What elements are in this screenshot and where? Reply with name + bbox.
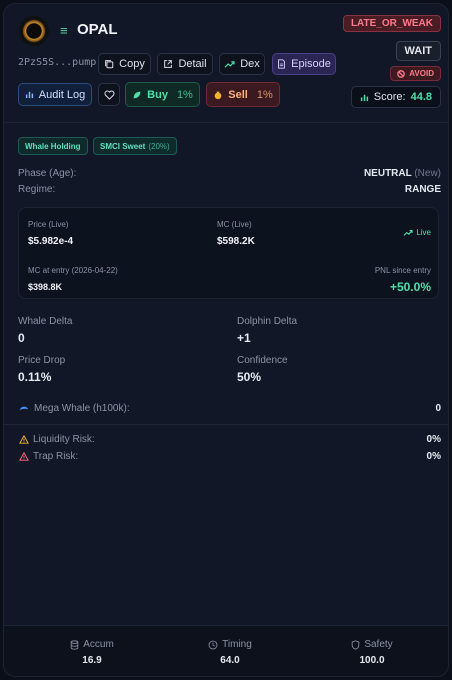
tag-smci-sweet: SMCI Sweet (20%) [93,137,177,155]
token-address[interactable]: 2PzS5S...pump [18,57,96,68]
detail-button[interactable]: Detail [157,53,213,75]
prohibited-icon [397,69,406,78]
confidence-label: Confidence [237,355,288,366]
menu-icon[interactable]: ≡ [60,23,68,38]
score-box: Score: 44.8 [350,86,441,108]
timing-label: Timing [222,639,252,650]
stage-badge: LATE_OR_WEAK [342,15,441,32]
heart-icon [103,90,115,100]
tag-suffix: (20%) [148,141,170,151]
copy-icon [105,60,114,69]
header-divider [4,122,448,123]
timing-value: 64.0 [220,655,240,666]
pnl-label: PNL since entry [374,266,431,275]
buy-percent: 1% [176,88,193,101]
accum-stat: Accum 16.9 [32,639,152,666]
whale-icon [19,406,29,411]
phase-label: Phase (Age): [18,168,77,179]
accum-label: Accum [83,639,114,650]
phase-age: (New) [414,168,441,179]
trap-risk-label: Trap Risk: [33,451,79,462]
liquidity-risk-label: Liquidity Risk: [33,434,95,445]
tag-whale-holding: Whale Holding [18,137,88,155]
copy-button[interactable]: Copy [98,53,151,75]
whale-delta-value: 0 [18,331,25,345]
dolphin-delta-label: Dolphin Delta [237,316,298,327]
whale-delta-label: Whale Delta [18,316,73,327]
avoid-badge: AVOID [390,66,441,81]
database-icon [70,639,79,650]
regime-label: Regime: [18,184,56,195]
coin-bag-icon [214,91,222,99]
mega-whale-value: 0 [435,403,441,414]
mega-whale-row: Mega Whale (h100k): [19,403,130,414]
token-card: ≡ OPAL LATE_OR_WEAK WAIT AVOID 2PzS5S...… [3,3,449,677]
clock-icon [208,640,218,649]
mc-live-value: $598.2K [217,236,255,247]
external-link-icon [164,60,173,68]
live-indicator: Live [403,228,431,237]
trend-up-icon [224,60,235,68]
safety-stat: Safety 100.0 [312,639,432,666]
audit-log-label: Audit Log [38,88,86,101]
dex-label: Dex [240,58,260,70]
sell-label: Sell [228,88,248,101]
liquidity-risk-row: Liquidity Risk: [19,434,95,445]
accum-value: 16.9 [82,655,102,666]
mc-entry-value: $398.8K [28,282,63,292]
episode-button[interactable]: Episode [272,53,336,75]
shield-icon [352,639,360,650]
tag-label: SMCI Sweet [100,141,146,151]
buy-label: Buy [147,88,168,101]
favorite-button[interactable] [98,83,120,106]
bar-chart-icon [25,91,33,99]
alert-triangle-icon [19,452,29,461]
score-footer: Accum 16.9 Timing 64.0 Safety 100.0 [4,625,448,676]
token-name: OPAL [77,21,118,38]
trend-up-icon [403,229,413,236]
liquidity-risk-value: 0% [426,434,441,445]
safety-label: Safety [364,639,393,650]
confidence-value: 50% [237,370,262,384]
copy-label: Copy [119,58,145,70]
price-drop-value: 0.11% [18,370,52,384]
regime-value: RANGE [404,184,441,195]
tag-label: Whale Holding [25,141,81,151]
decision-badge: WAIT [395,41,441,61]
safety-value: 100.0 [359,655,385,666]
price-drop-label: Price Drop [18,355,66,366]
warning-icon [19,435,29,444]
mega-whale-label: Mega Whale (h100k): [34,403,130,414]
score-label: Score: [373,91,406,103]
score-value: 44.8 [410,91,432,103]
episode-label: Episode [291,58,331,70]
buy-button[interactable]: Buy 1% [125,82,200,107]
dex-button[interactable]: Dex [219,53,265,75]
leaf-icon [133,91,141,98]
pnl-value: +50.0% [389,280,431,294]
bar-chart-icon [360,94,368,101]
audit-log-button[interactable]: Audit Log [18,83,92,106]
price-live-value: $5.982e-4 [28,236,74,247]
sell-button[interactable]: Sell 1% [206,82,280,107]
timing-stat: Timing 64.0 [170,639,290,666]
trap-risk-value: 0% [426,451,441,462]
token-logo-icon [19,16,49,46]
phase-value: NEUTRAL (New) [364,168,441,179]
sell-percent: 1% [256,88,273,101]
price-live-label: Price (Live) [28,220,69,229]
dolphin-delta-value: +1 [237,331,251,345]
avoid-label: AVOID [409,69,434,78]
mc-entry-label: MC at entry (2026-04-22) [28,266,118,275]
phase-value-text: NEUTRAL [363,168,412,179]
live-stats-panel: Price (Live) $5.982e-4 MC (Live) $598.2K… [18,207,439,299]
risk-divider [4,424,448,425]
document-icon [278,59,285,69]
live-label: Live [416,228,431,237]
trap-risk-row: Trap Risk: [19,451,78,462]
detail-label: Detail [178,58,207,70]
mc-live-label: MC (Live) [217,220,252,229]
